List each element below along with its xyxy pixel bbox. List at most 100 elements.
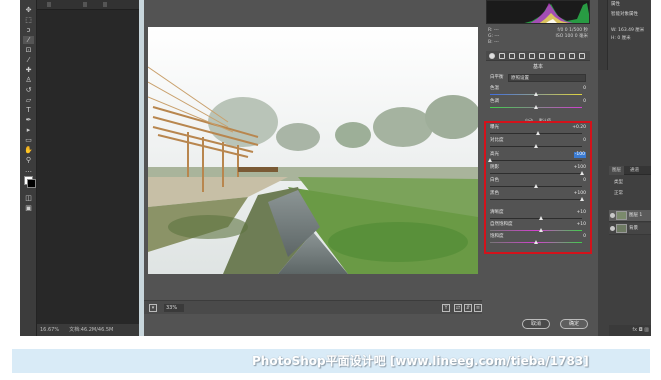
exposure-thumb[interactable] [536,131,540,135]
blend-mode-select[interactable]: 正常 [614,191,623,197]
photoshop-window: ✥ ⬚ ↄ ⁄ ⊡ ⁄ ✚ ♙ ↺ ▱ T ✒ ▸ ▭ ✋ ⚲ … ◫ ▣ 16… [0,0,661,336]
contrast-label: 对比度 [490,138,504,143]
eyedropper-tool-icon[interactable]: ⁄ [23,56,34,64]
whites-slider[interactable]: 白色 0 [490,178,586,190]
contrast-value[interactable]: 0 [574,138,586,144]
tab-channels[interactable]: 通道 [627,166,642,175]
zoom-menu-icon[interactable]: ▾ [149,304,157,312]
temperature-thumb[interactable] [534,92,538,96]
healing-tool-icon[interactable]: ✚ [23,66,34,74]
vibrance-track [490,230,582,231]
clarity-thumb[interactable] [539,216,543,220]
camera-raw-dialog: ▾ 33% Y ⇄ ⇵ ≡ R: --- f/0 0 1/500 秒 G: ---… [144,0,598,336]
highlights-thumb[interactable] [488,158,492,162]
shadows-slider[interactable]: 阴影 +100 [490,165,586,177]
highlights-value[interactable]: -100 [573,152,586,158]
histogram-graph [524,3,589,23]
temperature-slider[interactable]: 色温 0 [490,86,586,98]
clarity-slider[interactable]: 清晰度 +10 [490,210,586,222]
whites-value[interactable]: 0 [574,178,586,184]
right-margin [651,0,661,336]
lens-tab-icon[interactable] [539,53,545,59]
white-balance-select[interactable]: 原照设置 [508,74,586,82]
temperature-value[interactable]: 0 [574,86,586,92]
clarity-label: 清晰度 [490,210,504,215]
tint-value[interactable]: 0 [574,99,586,105]
exposure-value[interactable]: +0.20 [572,125,586,131]
history-brush-icon[interactable]: ↺ [23,86,34,94]
brush-tool-icon[interactable]: ⁄ [23,36,34,44]
ok-button[interactable]: 确定 [560,319,588,329]
tint-label: 色调 [490,99,499,104]
split-toning-tab-icon[interactable] [529,53,535,59]
layer-kind-filter[interactable]: 类型 [614,180,623,186]
effects-tab-icon[interactable] [549,53,555,59]
saturation-slider[interactable]: 饱和度 0 [490,234,586,246]
contrast-thumb[interactable] [534,144,538,148]
stamp-tool-icon[interactable]: ♙ [23,76,34,84]
more-tools-icon[interactable]: … [23,166,34,174]
auto-link[interactable]: 自动 [525,118,533,124]
clarity-value[interactable]: +10 [574,210,587,216]
left-margin [0,0,20,336]
cancel-button[interactable]: 取消 [522,319,550,329]
preview-photo [148,27,478,274]
lasso-tool-icon[interactable]: ↄ [23,26,34,34]
presets-tab-icon[interactable] [569,53,575,59]
tab-layers[interactable]: 图层 [609,166,624,175]
shadows-thumb[interactable] [580,171,584,175]
marquee-tool-icon[interactable]: ⬚ [23,16,34,24]
background-color-swatch[interactable] [27,179,36,188]
move-tool-icon[interactable]: ✥ [23,6,34,14]
pen-tool-icon[interactable]: ✒ [23,116,34,124]
hsl-tab-icon[interactable] [519,53,525,59]
tab-marker [103,2,107,7]
histogram-info: R: --- f/0 0 1/500 秒 G: --- ISO 100 0 毫米 B… [486,26,590,48]
detail-tab-icon[interactable] [509,53,515,59]
tint-slider[interactable]: 色调 0 [490,99,586,111]
right-dock: 属性 智能对象属性 W: 163.49 厘米 H: 0 厘米 图层 通道 类型 … [598,0,651,336]
highlights-slider[interactable]: 高光 -100 [488,152,586,164]
visibility-eye-icon[interactable] [610,213,615,218]
visibility-eye-icon[interactable] [610,226,615,231]
layer-name: 背景 [629,226,638,231]
contrast-slider[interactable]: 对比度 0 [490,138,586,150]
zoom-tool-icon[interactable]: ⚲ [23,156,34,164]
shadows-label: 阴影 [490,165,499,170]
default-link[interactable]: 默认值 [539,118,551,124]
eraser-tool-icon[interactable]: ▱ [23,96,34,104]
screen-mode-icon[interactable]: ▣ [23,204,34,212]
settings-icon[interactable]: ≡ [474,304,482,312]
document-size: 文档:46.2M/46.5M [69,327,114,333]
vibrance-value[interactable]: +10 [574,222,587,228]
layer-row[interactable]: 图层 1 [609,210,651,222]
text-tool-icon[interactable]: T [23,106,34,114]
blacks-slider[interactable]: 黑色 +100 [490,191,586,203]
swap-icon[interactable]: ⇄ [454,304,462,312]
whites-thumb[interactable] [534,184,538,188]
quick-mask-icon[interactable]: ◫ [23,194,34,202]
path-select-icon[interactable]: ▸ [23,126,34,134]
saturation-value[interactable]: 0 [574,234,586,240]
blacks-track [490,199,582,200]
blacks-thumb[interactable] [580,197,584,201]
tone-curve-tab-icon[interactable] [499,53,505,59]
vibrance-thumb[interactable] [539,228,543,232]
calibration-tab-icon[interactable] [559,53,565,59]
shape-tool-icon[interactable]: ▭ [23,136,34,144]
vibrance-label: 自然饱和度 [490,222,513,227]
tint-thumb[interactable] [534,105,538,109]
exposure-slider[interactable]: 曝光 +0.20 [490,125,586,137]
layer-row[interactable]: 背景 [609,223,651,235]
vibrance-slider[interactable]: 自然饱和度 +10 [490,222,586,234]
zoom-level[interactable]: 16.67% [40,327,59,333]
snapshots-tab-icon[interactable] [579,53,585,59]
saturation-thumb[interactable] [534,240,538,244]
layers-footer-icons[interactable]: fx ◘ ▥ [609,325,651,336]
basic-tab-icon[interactable] [489,53,495,59]
copy-settings-icon[interactable]: ⇵ [464,304,472,312]
zoom-field[interactable]: 33% [164,304,184,312]
before-after-icon[interactable]: Y [442,304,450,312]
hand-tool-icon[interactable]: ✋ [23,146,34,154]
crop-tool-icon[interactable]: ⊡ [23,46,34,54]
